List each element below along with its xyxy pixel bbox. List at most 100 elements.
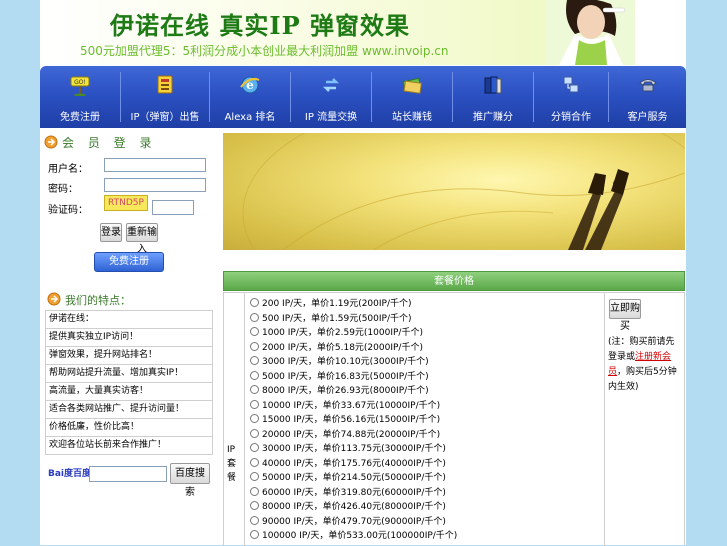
nav-label: 推广赚分	[473, 112, 513, 123]
purchase-note: (注：购买前请先登录或注册新会员，购买后5分钟内生效)	[608, 335, 682, 395]
option-text: 500 IP/天，单价1.59元(500IP/千个)	[262, 313, 412, 324]
reset-button[interactable]: 重新输入	[126, 223, 158, 255]
radio-icon[interactable]	[250, 501, 259, 510]
package-option[interactable]: 20000 IP/天，单价74.88元(20000IP/千个)	[250, 428, 440, 442]
features-heading: 我们的特点：	[65, 294, 131, 307]
top-banner[interactable]: 伊诺在线 真实IP 弹窗效果 500元加盟代理5：5利润分成小本创业最大利润加盟…	[40, 0, 686, 65]
package-option[interactable]: 90000 IP/天，单价479.70元(90000IP/千个)	[250, 515, 446, 529]
radio-icon[interactable]	[250, 399, 259, 409]
package-option[interactable]: 1000 IP/天，单价2.59元(1000IP/千个)	[250, 326, 423, 340]
nav-label: 站长赚钱	[392, 112, 432, 123]
package-option[interactable]: 50000 IP/天，单价214.50元(50000IP/千个)	[250, 471, 446, 485]
arrow-circle-icon	[44, 135, 58, 152]
radio-icon[interactable]	[250, 486, 259, 496]
captcha-image[interactable]: RTND5P	[104, 195, 148, 211]
main-nav: GO! 免费注册 IP（弹窗）出售 e Alexa 排名 IP 流量交换 站长赚…	[40, 66, 686, 128]
feature-item: 帮助网站提升流量、增加真实IP！	[46, 365, 212, 383]
option-text: 200 IP/天，单价1.19元(200IP/千个)	[262, 299, 412, 309]
note-text: ，购买后5分钟内生效)	[608, 367, 677, 392]
money-icon	[401, 74, 423, 96]
radio-icon[interactable]	[250, 370, 259, 380]
features-list: 伊诺在线： 提供真实独立IP访问！ 弹窗效果，提升网站排名！ 帮助网站提升流量、…	[45, 310, 213, 455]
option-text: 60000 IP/天，单价319.80元(60000IP/千个)	[262, 487, 446, 498]
radio-icon[interactable]	[250, 327, 259, 336]
feature-item: 适合各类网站推广、提升访问量！	[46, 401, 212, 419]
go-sign-icon: GO!	[69, 74, 91, 97]
nav-label: Alexa 排名	[224, 112, 276, 123]
package-option[interactable]: 2000 IP/天，单价5.18元(2000IP/千个)	[250, 341, 423, 355]
banner-model-photo	[545, 0, 635, 65]
radio-icon[interactable]	[250, 312, 259, 322]
register-button[interactable]: 免费注册	[94, 252, 164, 272]
option-text: 80000 IP/天，单价426.40元(80000IP/千个)	[262, 502, 446, 512]
radio-icon[interactable]	[250, 530, 259, 539]
radio-icon[interactable]	[250, 457, 259, 467]
network-icon	[560, 74, 582, 96]
feature-item: 欢迎各位站长前来合作推广！	[49, 440, 167, 450]
billboard-icon	[154, 74, 176, 96]
option-text: 15000 IP/天，单价56.16元(15000IP/千个)	[262, 415, 441, 425]
radio-icon[interactable]	[250, 356, 259, 365]
option-text: 100000 IP/天，单价533.00元(100000IP/千个)	[262, 531, 458, 541]
phone-icon	[637, 74, 659, 96]
nav-item-customer-service[interactable]: 客户服务	[609, 66, 686, 128]
package-panel: IP 套餐 200 IP/天，单价1.19元(200IP/千个) 500 IP/…	[223, 292, 685, 546]
nav-label: 免费注册	[60, 112, 100, 123]
radio-icon[interactable]	[250, 443, 259, 452]
option-text: 5000 IP/天，单价16.83元(5000IP/千个)	[262, 371, 429, 382]
username-input[interactable]	[104, 158, 206, 172]
nav-item-register[interactable]: GO! 免费注册	[40, 66, 120, 128]
captcha-input[interactable]	[152, 200, 194, 215]
nav-item-ip-sale[interactable]: IP（弹窗）出售	[121, 66, 209, 128]
radio-icon[interactable]	[250, 298, 259, 307]
baidu-search-button[interactable]: 百度搜索	[170, 463, 210, 498]
nav-item-promote-points[interactable]: 推广赚分	[453, 66, 533, 128]
books-icon	[482, 74, 504, 96]
option-text: 8000 IP/天，单价26.93元(8000IP/千个)	[262, 386, 429, 396]
hero-banner-image	[223, 133, 685, 250]
package-option[interactable]: 8000 IP/天，单价26.93元(8000IP/千个)	[250, 384, 429, 398]
radio-icon[interactable]	[250, 341, 259, 351]
radio-icon[interactable]	[250, 428, 259, 438]
option-text: 1000 IP/天，单价2.59元(1000IP/千个)	[262, 328, 423, 338]
ie-globe-icon: e	[239, 74, 261, 96]
nav-label: 分销合作	[551, 112, 591, 123]
package-option[interactable]: 3000 IP/天，单价10.10元(3000IP/千个)	[250, 355, 429, 369]
package-option[interactable]: 80000 IP/天，单价426.40元(80000IP/千个)	[250, 500, 446, 514]
radio-icon[interactable]	[250, 414, 259, 423]
radio-icon[interactable]	[250, 385, 259, 394]
radio-icon[interactable]	[250, 515, 259, 525]
password-input[interactable]	[104, 178, 206, 192]
nav-item-distribution[interactable]: 分销合作	[534, 66, 608, 128]
nav-item-alexa[interactable]: e Alexa 排名	[210, 66, 290, 128]
option-text: 50000 IP/天，单价214.50元(50000IP/千个)	[262, 473, 446, 483]
package-option[interactable]: 60000 IP/天，单价319.80元(60000IP/千个)	[250, 486, 446, 500]
banner-title: 伊诺在线 真实IP 弹窗效果	[110, 11, 410, 40]
option-text: 20000 IP/天，单价74.88元(20000IP/千个)	[262, 429, 441, 440]
nav-label: 客户服务	[627, 112, 668, 123]
package-option[interactable]: 500 IP/天，单价1.59元(500IP/千个)	[250, 312, 412, 326]
option-text: 40000 IP/天，单价175.76元(40000IP/千个)	[262, 458, 446, 469]
nav-item-ip-exchange[interactable]: IP 流量交换	[291, 66, 371, 128]
captcha-label: 验证码：	[48, 205, 88, 216]
package-option[interactable]: 10000 IP/天，单价33.67元(10000IP/千个)	[250, 399, 440, 413]
nav-label: IP 流量交换	[304, 112, 358, 123]
package-option[interactable]: 30000 IP/天，单价113.75元(30000IP/千个)	[250, 442, 446, 456]
feature-item: 伊诺在线：	[46, 311, 212, 329]
option-text: 30000 IP/天，单价113.75元(30000IP/千个)	[262, 444, 446, 454]
svg-text:GO!: GO!	[74, 79, 86, 86]
buy-now-button[interactable]: 立即购买	[609, 299, 641, 332]
baidu-search-input[interactable]	[89, 466, 167, 482]
baidu-logo: Bai度百度	[48, 469, 92, 479]
login-button[interactable]: 登录	[100, 223, 122, 242]
radio-icon[interactable]	[250, 472, 259, 481]
package-option[interactable]: 200 IP/天，单价1.19元(200IP/千个)	[250, 297, 412, 311]
page: 伊诺在线 真实IP 弹窗效果 500元加盟代理5：5利润分成小本创业最大利润加盟…	[40, 0, 686, 546]
package-column-label: IP 套餐	[224, 293, 245, 546]
package-option[interactable]: 40000 IP/天，单价175.76元(40000IP/千个)	[250, 457, 446, 471]
package-option[interactable]: 100000 IP/天，单价533.00元(100000IP/千个)	[250, 529, 457, 543]
package-option[interactable]: 15000 IP/天，单价56.16元(15000IP/千个)	[250, 413, 440, 427]
username-label: 用户名：	[48, 164, 88, 175]
nav-item-webmaster-earn[interactable]: 站长赚钱	[372, 66, 452, 128]
package-option[interactable]: 5000 IP/天，单价16.83元(5000IP/千个)	[250, 370, 429, 384]
